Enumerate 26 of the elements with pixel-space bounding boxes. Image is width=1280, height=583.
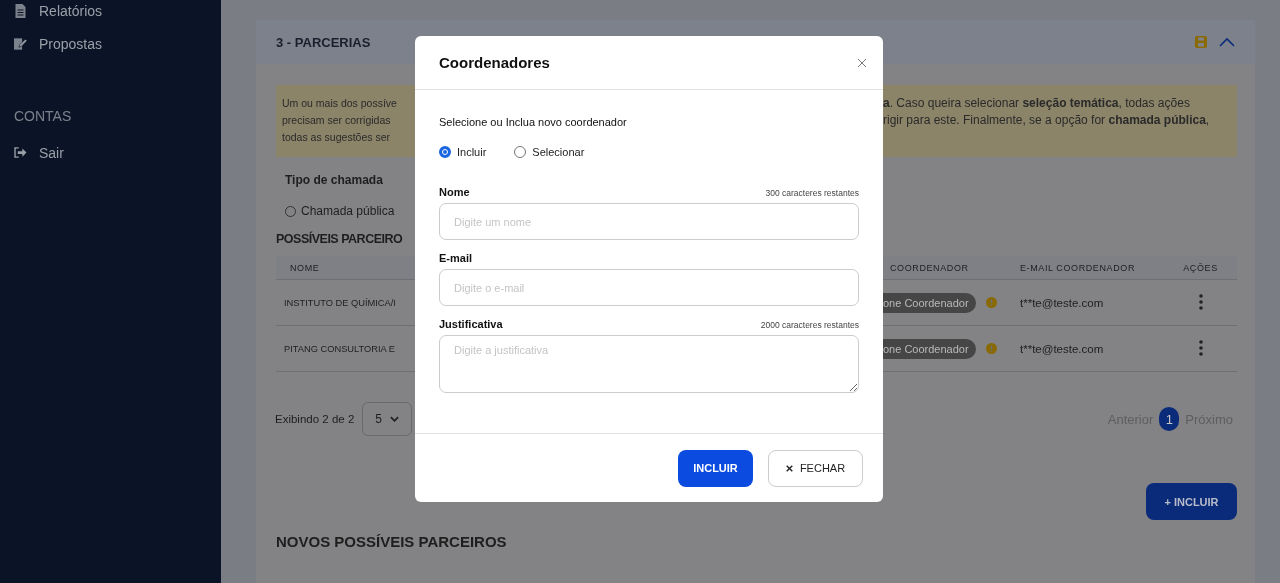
column-header: NOME	[290, 262, 320, 273]
notice-text: a. Caso queira selecionar seleção temática, todas ações	[883, 95, 1191, 112]
column-header: COORDENADOR	[889, 262, 970, 273]
field-label: Nome	[439, 186, 470, 198]
notice-text: todas as sugestões ser	[282, 130, 391, 145]
column-header: AÇÕES	[1182, 262, 1219, 273]
notice-text: rigir para este. Finalmente, se a opção for chamada pública,	[883, 112, 1211, 129]
character-counter: 2000 caracteres restantes	[760, 320, 859, 330]
dialog-title: Coordenadores	[439, 54, 550, 71]
section-title: 3 - PARCERIAS	[276, 34, 371, 50]
field-label: E-mail	[439, 252, 472, 264]
notice-text: Um ou mais dos possíve	[282, 96, 398, 111]
field-label: Tipo de chamada	[285, 173, 384, 187]
table-cell-text: t**te@teste.com	[1020, 296, 1105, 309]
table-cell-text: t**te@teste.com	[1020, 342, 1105, 355]
field-label: Justificativa	[439, 318, 503, 330]
section-heading: NOVOS POSSÍVEIS PARCEIROS	[276, 533, 508, 550]
column-header: E-MAIL COORDENADOR	[1020, 262, 1136, 273]
character-counter: 300 caracteres restantes	[765, 188, 859, 198]
showing-count: Exibindo 2 de 2	[275, 413, 355, 425]
dialog-prompt: Selecione ou Inclua novo coordenador	[439, 116, 628, 128]
notice-text: precisam ser corrigidas	[282, 113, 392, 128]
table-cell: PITANG CONSULTORIA E	[284, 343, 396, 354]
section-heading: POSSÍVEIS PARCEIRO	[276, 232, 404, 246]
sidebar-section-label: CONTAS	[14, 108, 73, 124]
table-cell: INSTITUTO DE QUÍMICA/I	[284, 297, 396, 308]
